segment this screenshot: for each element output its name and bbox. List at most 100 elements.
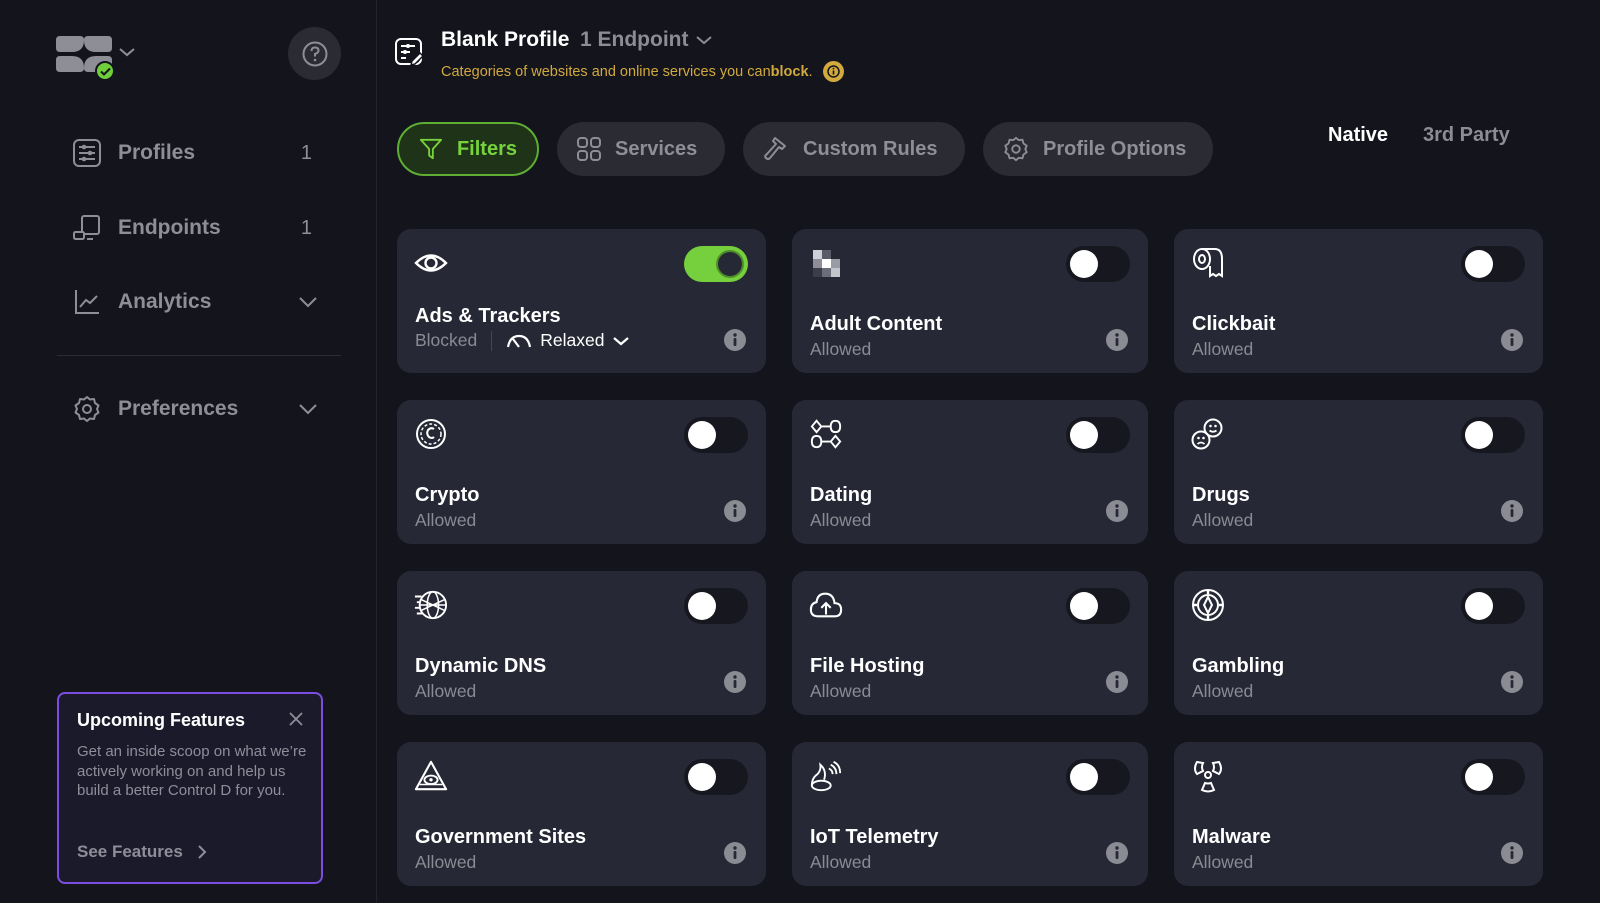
sidebar-item-analytics[interactable]: Analytics <box>72 282 332 322</box>
separator <box>491 330 493 351</box>
filter-toggle[interactable] <box>1461 588 1525 624</box>
filter-name: Gambling <box>1192 655 1285 677</box>
chevron-down-icon <box>298 296 318 308</box>
filter-status: Allowed <box>1192 339 1254 359</box>
filter-status: Allowed <box>415 681 477 701</box>
filter-toggle[interactable] <box>684 246 748 282</box>
coin-icon <box>414 417 448 451</box>
sliders-icon <box>72 138 102 168</box>
toggle-knob <box>1070 592 1098 620</box>
filter-toggle[interactable] <box>1066 759 1130 795</box>
filter-status: Allowed <box>810 852 872 872</box>
gauge-icon <box>507 334 532 348</box>
grid-icon <box>577 137 601 161</box>
filter-toggle[interactable] <box>1461 759 1525 795</box>
see-features-link[interactable]: See Features <box>77 842 207 862</box>
filter-toggle[interactable] <box>1461 417 1525 453</box>
toggle-knob <box>688 592 716 620</box>
info-icon[interactable] <box>1501 500 1523 522</box>
info-icon[interactable] <box>1106 329 1128 351</box>
filter-toggle[interactable] <box>684 588 748 624</box>
filter-card-iot-telemetry: IoT Telemetry Allowed <box>792 742 1148 886</box>
tab-services[interactable]: Services <box>557 122 725 176</box>
filter-toggle[interactable] <box>1066 417 1130 453</box>
pixelated-icon <box>809 246 843 280</box>
help-button[interactable] <box>288 27 341 80</box>
toggle-knob <box>1070 763 1098 791</box>
toggle-knob <box>716 250 744 278</box>
profile-description: Categories of websites and online servic… <box>441 61 844 82</box>
filter-name: Dating <box>810 484 873 506</box>
tab-filters[interactable]: Filters <box>397 122 539 176</box>
info-icon[interactable] <box>1501 329 1523 351</box>
account-switcher[interactable] <box>56 34 136 81</box>
tab-custom-rules[interactable]: Custom Rules <box>743 122 965 176</box>
info-icon[interactable] <box>724 842 746 864</box>
filter-card-clickbait: Clickbait Allowed <box>1174 229 1543 373</box>
filter-card-dating: Dating Allowed <box>792 400 1148 544</box>
filter-status: Allowed <box>810 681 872 701</box>
filter-level-dropdown[interactable]: Relaxed <box>506 330 630 351</box>
sidebar-item-endpoints[interactable]: Endpoints 1 <box>72 208 332 248</box>
mode-native[interactable]: Native <box>1328 124 1388 147</box>
promo-title: Upcoming Features <box>77 710 246 730</box>
toilet-paper-icon <box>1191 246 1225 280</box>
toggle-knob <box>1070 421 1098 449</box>
info-icon[interactable] <box>1106 842 1128 864</box>
see-features-label: See Features <box>77 842 183 861</box>
info-icon[interactable] <box>1106 671 1128 693</box>
filter-card-file-hosting: File Hosting Allowed <box>792 571 1148 715</box>
filter-name: IoT Telemetry <box>810 826 939 848</box>
filter-toggle[interactable] <box>1066 588 1130 624</box>
chart-line-icon <box>72 287 102 317</box>
sidebar-divider <box>57 355 341 356</box>
tab-label: Services <box>615 137 698 160</box>
tab-label: Profile Options <box>1043 137 1187 160</box>
filter-card-crypto: Crypto Allowed <box>397 400 766 544</box>
filter-status: Allowed <box>810 510 872 530</box>
filter-toggle[interactable] <box>1461 246 1525 282</box>
toggle-knob <box>688 763 716 791</box>
description-bold: block <box>770 63 809 80</box>
toggle-knob <box>1465 592 1493 620</box>
toggle-knob <box>1465 250 1493 278</box>
profile-edit-icon <box>395 38 425 73</box>
filter-name: Dynamic DNS <box>415 655 547 677</box>
info-icon[interactable] <box>1501 671 1523 693</box>
sidebar-item-profiles[interactable]: Profiles 1 <box>72 133 332 173</box>
info-icon[interactable] <box>1106 500 1128 522</box>
filter-status: Allowed <box>1192 681 1254 701</box>
sidebar-item-preferences[interactable]: Preferences <box>72 389 332 429</box>
dating-icon <box>809 417 843 451</box>
gear-icon <box>72 394 102 424</box>
app-root: Profiles 1 Endpoints 1 Analytics Prefere… <box>0 0 1600 903</box>
filter-name: File Hosting <box>810 655 925 677</box>
info-icon[interactable] <box>724 671 746 693</box>
filter-toggle[interactable] <box>684 759 748 795</box>
close-icon[interactable] <box>289 712 303 731</box>
mode-3rd-party[interactable]: 3rd Party <box>1423 124 1510 147</box>
info-icon[interactable] <box>724 500 746 522</box>
toggle-knob <box>1465 421 1493 449</box>
pills-icon <box>1191 417 1225 451</box>
filter-toggle[interactable] <box>1066 246 1130 282</box>
sidebar-item-label: Analytics <box>118 290 212 313</box>
endpoints-count: 1 <box>300 216 312 239</box>
pyramid-eye-icon <box>414 759 448 793</box>
endpoint-selector[interactable]: 1 Endpoint <box>580 28 713 52</box>
filter-toggle[interactable] <box>684 417 748 453</box>
satellite-icon <box>809 759 843 793</box>
devices-icon <box>72 213 102 243</box>
question-circle-icon <box>302 41 327 66</box>
info-icon[interactable] <box>724 329 746 351</box>
info-icon[interactable] <box>1501 842 1523 864</box>
sidebar-item-label: Profiles <box>118 141 196 164</box>
tab-label: Custom Rules <box>803 137 938 160</box>
sidebar-item-label: Endpoints <box>118 216 221 239</box>
info-icon[interactable] <box>822 61 844 82</box>
promo-text: Get an inside scoop on what we’re active… <box>77 743 307 799</box>
filter-card-government-sites: Government Sites Allowed <box>397 742 766 886</box>
tab-profile-options[interactable]: Profile Options <box>983 122 1213 176</box>
filter-card-drugs: Drugs Allowed <box>1174 400 1543 544</box>
filter-card-dynamic-dns: Dynamic DNS Allowed <box>397 571 766 715</box>
